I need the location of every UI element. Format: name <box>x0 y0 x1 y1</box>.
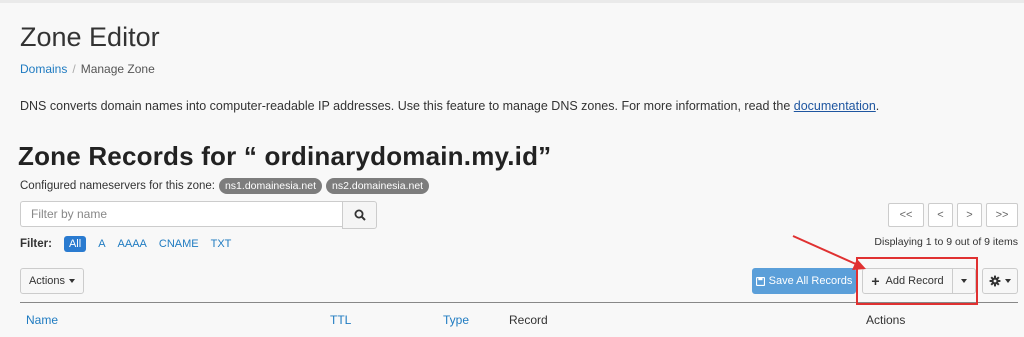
type-filter: Filter: All A AAAA CNAME TXT <box>20 236 231 252</box>
column-header-actions: Actions <box>866 313 906 327</box>
column-header-name[interactable]: Name <box>26 313 58 327</box>
search-icon <box>354 209 366 221</box>
table-header-divider <box>20 302 1018 303</box>
search-button[interactable] <box>342 201 377 229</box>
top-border <box>0 0 1024 3</box>
chevron-down-icon <box>69 279 76 283</box>
filter-label: Filter: <box>20 238 52 250</box>
plus-icon: + <box>871 273 880 289</box>
nameservers-line: Configured nameservers for this zone: ns… <box>20 178 430 194</box>
add-record-dropdown-toggle[interactable] <box>952 268 976 294</box>
add-record-label: Add Record <box>885 275 944 287</box>
page-title: Zone Editor <box>20 22 160 52</box>
save-all-records-button[interactable]: Save All Records <box>752 268 856 294</box>
breadcrumb-current: Manage Zone <box>80 62 155 76</box>
save-icon <box>755 276 765 286</box>
actions-dropdown-button[interactable]: Actions <box>20 268 84 294</box>
filter-txt[interactable]: TXT <box>211 238 232 250</box>
breadcrumb: Domains / Manage Zone <box>20 62 155 76</box>
intro-text: DNS converts domain names into computer-… <box>20 99 879 113</box>
settings-dropdown-button[interactable] <box>982 268 1018 294</box>
intro-sentence: DNS converts domain names into computer-… <box>20 99 794 113</box>
filter-all[interactable]: All <box>63 236 87 252</box>
gear-icon <box>989 275 1001 287</box>
zone-records-heading: Zone Records for “ ordinarydomain.my.id” <box>18 141 552 171</box>
filter-name-input[interactable] <box>20 201 342 227</box>
chevron-down-icon <box>961 279 967 283</box>
prev-page-button[interactable]: < <box>928 203 953 227</box>
chevron-down-icon <box>1005 279 1011 283</box>
breadcrumb-separator: / <box>72 62 76 76</box>
search-group <box>20 201 377 229</box>
documentation-link[interactable]: documentation <box>794 99 876 113</box>
column-header-record: Record <box>509 313 548 327</box>
nameserver-badge-2: ns2.domainesia.net <box>326 178 430 194</box>
filter-a[interactable]: A <box>98 238 105 250</box>
first-page-button[interactable]: << <box>888 203 924 227</box>
breadcrumb-domains-link[interactable]: Domains <box>20 62 67 76</box>
actions-label: Actions <box>28 275 66 287</box>
nameserver-badge-1: ns1.domainesia.net <box>218 178 323 194</box>
display-count: Displaying 1 to 9 out of 9 items <box>874 236 1018 248</box>
add-record-button[interactable]: + Add Record <box>862 268 953 294</box>
intro-end: . <box>875 99 880 113</box>
column-header-type[interactable]: Type <box>443 313 469 327</box>
save-all-label: Save All Records <box>768 275 853 287</box>
pagination: << < > >> <box>888 203 1018 227</box>
nameservers-label: Configured nameservers for this zone: <box>20 180 215 192</box>
column-header-ttl[interactable]: TTL <box>330 313 351 327</box>
filter-cname[interactable]: CNAME <box>159 238 199 250</box>
next-page-button[interactable]: > <box>957 203 982 227</box>
last-page-button[interactable]: >> <box>986 203 1018 227</box>
filter-aaaa[interactable]: AAAA <box>118 238 147 250</box>
